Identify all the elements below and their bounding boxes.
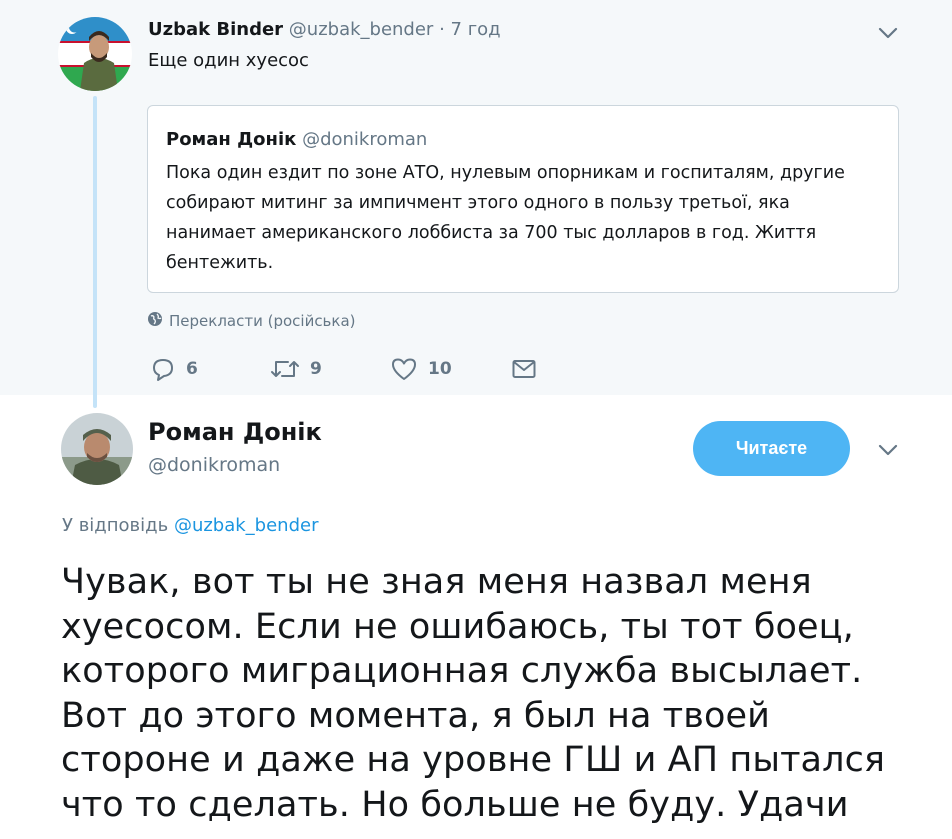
globe-icon <box>147 311 163 331</box>
quoted-tweet-text: Пока один ездит по зоне АТО, нулевым опо… <box>166 163 845 273</box>
avatar[interactable] <box>58 17 132 91</box>
reply-context: У відповідь @uzbak_bender <box>62 515 318 536</box>
reply-button[interactable]: 6 <box>150 356 198 382</box>
quoted-author-name: Роман Донік <box>166 129 297 150</box>
parent-tweet[interactable]: Uzbak Binder @uzbak_bender · 7 год Еще о… <box>0 0 952 408</box>
like-count: 10 <box>428 359 452 379</box>
avatar[interactable] <box>61 413 133 485</box>
thread-connector-line <box>93 96 97 408</box>
translate-link[interactable]: Перекласти (російська) <box>147 311 356 331</box>
retweet-count: 9 <box>310 359 322 379</box>
separator-dot: · <box>439 19 445 40</box>
tweet-text: Еще один хуесос <box>148 50 309 71</box>
reply-mention-link[interactable]: @uzbak_bender <box>174 515 319 536</box>
following-button[interactable]: Читаєте <box>693 421 850 476</box>
reply-count: 6 <box>186 359 198 379</box>
direct-message-button[interactable] <box>510 356 538 382</box>
profile-photo-image <box>61 413 133 485</box>
author-name[interactable]: Uzbak Binder <box>148 19 283 40</box>
author-handle[interactable]: @uzbak_bender <box>289 19 434 40</box>
message-icon <box>510 356 538 382</box>
quoted-tweet-header: Роман Донік @donikroman <box>166 129 427 150</box>
author-name[interactable]: Роман Донік <box>148 418 322 446</box>
like-button[interactable]: 10 <box>390 356 452 382</box>
quoted-author-handle: @donikroman <box>302 129 428 150</box>
tweet-text: Чувак, вот ты не зная меня назвал меня х… <box>61 562 886 825</box>
retweet-icon <box>270 356 300 382</box>
retweet-button[interactable]: 9 <box>270 356 322 382</box>
like-icon <box>390 356 418 382</box>
tweet-header: Uzbak Binder @uzbak_bender · 7 год <box>148 19 501 40</box>
quoted-tweet[interactable]: Роман Донік @donikroman Пока один ездит … <box>147 105 899 293</box>
uzbek-flag-avatar-image <box>58 17 132 91</box>
chevron-down-icon[interactable] <box>876 438 900 462</box>
reply-prefix: У відповідь <box>62 515 169 536</box>
chevron-down-icon[interactable] <box>876 21 900 45</box>
author-handle[interactable]: @donikroman <box>148 454 280 476</box>
tweet-timestamp[interactable]: 7 год <box>451 19 501 40</box>
translate-label: Перекласти (російська) <box>169 312 356 330</box>
reply-icon <box>150 356 176 382</box>
